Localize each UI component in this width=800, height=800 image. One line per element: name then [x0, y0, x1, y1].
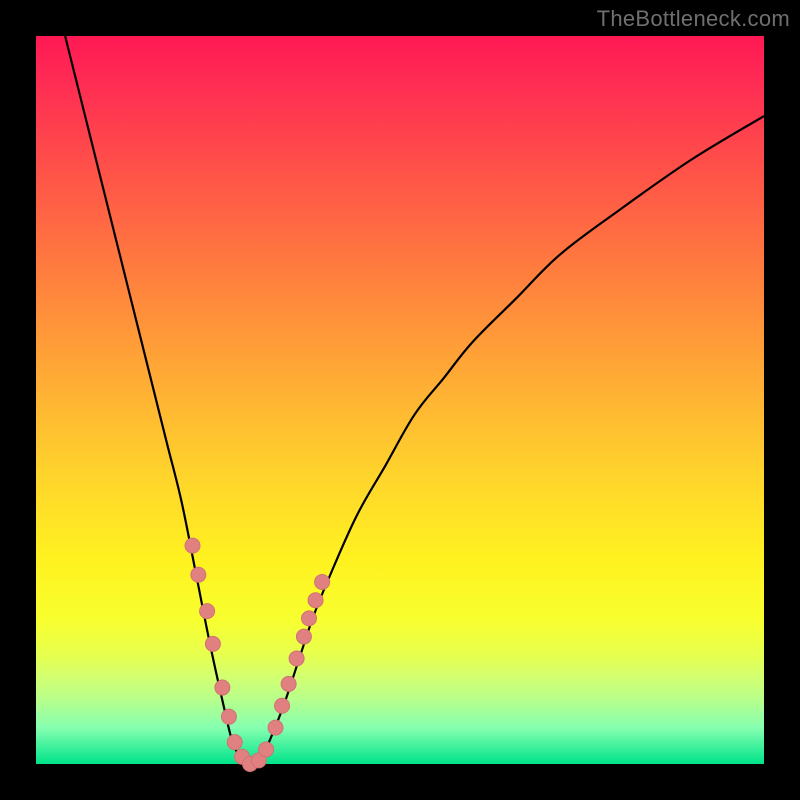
marker-dot	[185, 538, 200, 553]
marker-dot	[205, 636, 220, 651]
marker-dot	[268, 720, 283, 735]
chart-frame: TheBottleneck.com	[0, 0, 800, 800]
marker-dot	[215, 680, 230, 695]
curve-svg	[36, 36, 764, 764]
marker-dot	[315, 575, 330, 590]
marker-dot	[296, 629, 311, 644]
marker-dot	[200, 604, 215, 619]
marker-dot	[227, 735, 242, 750]
watermark-text: TheBottleneck.com	[597, 6, 790, 32]
highlight-markers	[185, 538, 330, 771]
marker-dot	[289, 651, 304, 666]
marker-dot	[308, 593, 323, 608]
marker-dot	[191, 567, 206, 582]
marker-dot	[275, 698, 290, 713]
bottleneck-curve	[65, 36, 764, 765]
marker-dot	[221, 709, 236, 724]
marker-dot	[281, 676, 296, 691]
plot-area	[36, 36, 764, 764]
marker-dot	[302, 611, 317, 626]
marker-dot	[259, 742, 274, 757]
